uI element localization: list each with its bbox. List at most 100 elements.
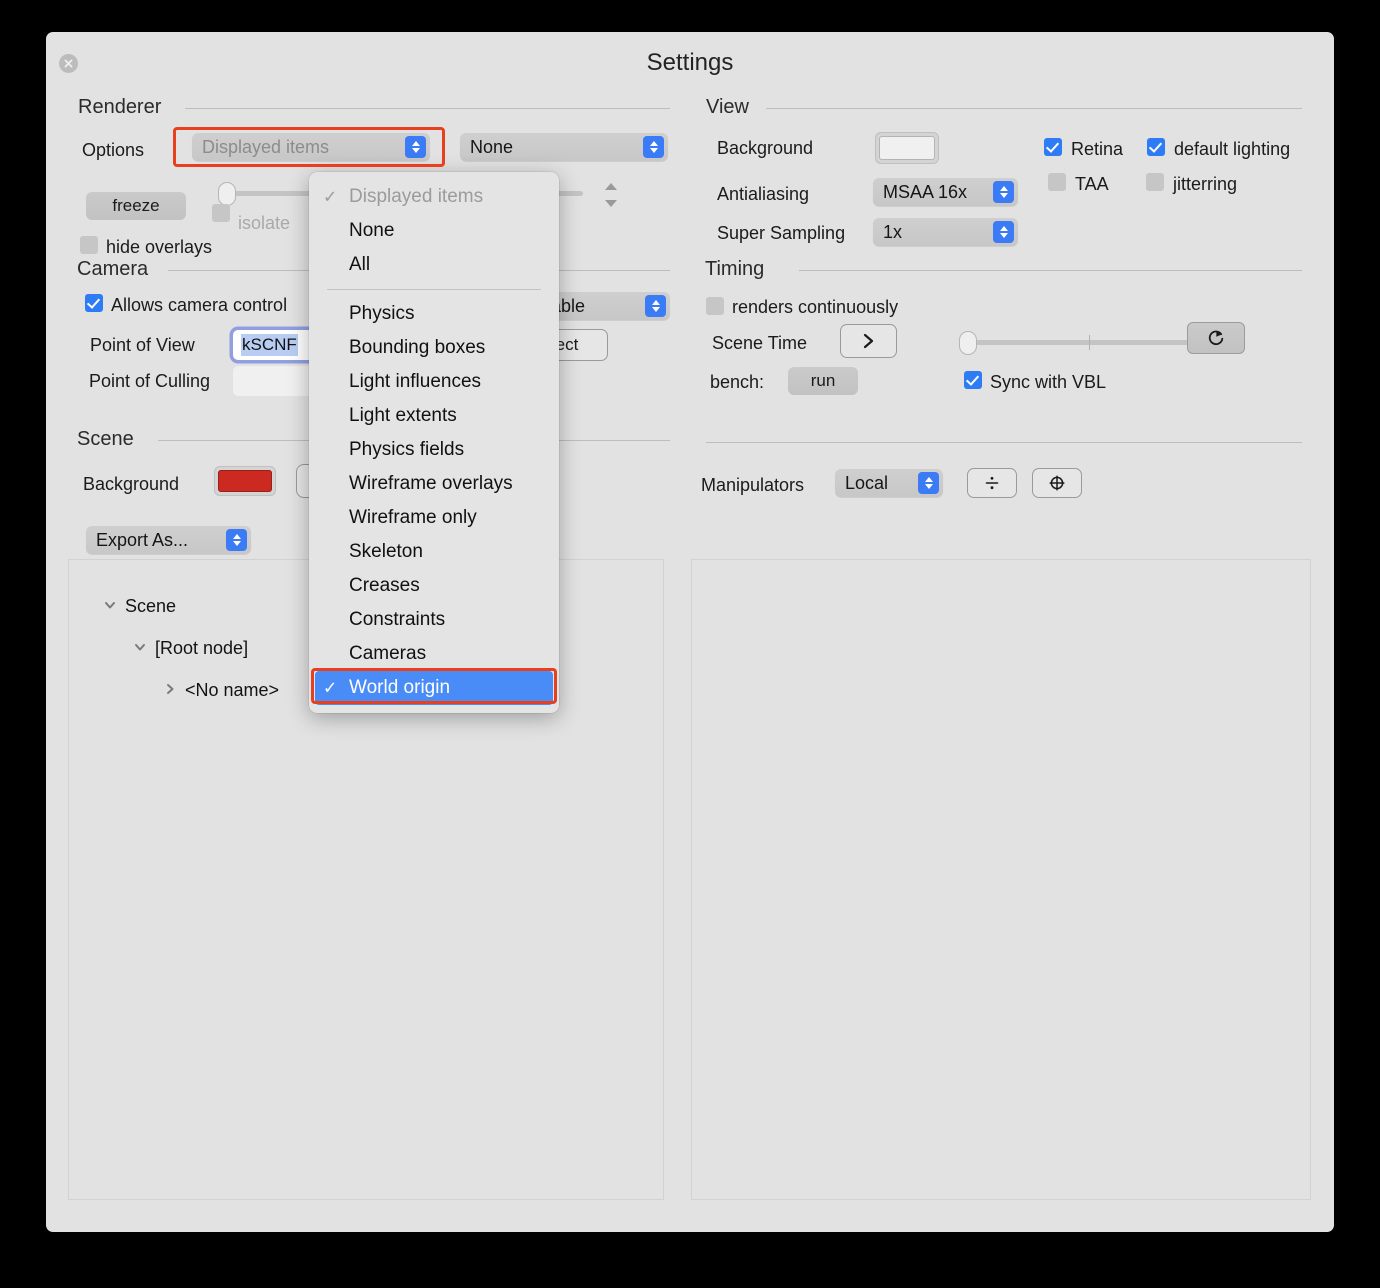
manipulators-label: Manipulators	[701, 475, 805, 495]
super-sampling-popup-value: 1x	[883, 221, 903, 242]
menu-item-label: Cameras	[349, 643, 427, 664]
view-background-label: Background	[717, 138, 814, 158]
taa-checkbox[interactable]	[1048, 173, 1066, 191]
view-group-title: View	[706, 96, 749, 118]
scene-time-slider-tick-mid	[1089, 335, 1090, 350]
point-of-culling-label: Point of Culling	[89, 371, 211, 391]
hide-overlays-label: hide overlays	[106, 237, 213, 257]
tree-row[interactable]: Scene	[103, 596, 176, 617]
view-group-rule	[766, 108, 1302, 109]
renderer-group-title: Renderer	[78, 96, 162, 118]
allows-camera-control-checkbox[interactable]	[85, 294, 103, 312]
chevron-updown-icon	[918, 472, 939, 494]
menu-item-label: Creases	[349, 575, 420, 596]
view-background-color-well[interactable]	[875, 132, 939, 164]
chevron-updown-icon	[226, 529, 247, 551]
point-of-view-label: Point of View	[90, 335, 195, 355]
circle-plus-icon	[1049, 475, 1065, 491]
menu-item-label: Light extents	[349, 405, 457, 426]
menu-item-none[interactable]: None	[309, 214, 559, 248]
renderer-slider-knob[interactable]	[218, 182, 236, 206]
chevron-updown-icon	[643, 136, 664, 158]
manipulators-origin-button[interactable]	[1032, 468, 1082, 498]
scene-time-slider-knob[interactable]	[959, 331, 977, 355]
scene-time-slider[interactable]	[959, 331, 1219, 355]
displayed-items-popup[interactable]: Displayed items	[192, 133, 430, 161]
bench-run-button[interactable]: run	[788, 367, 858, 395]
menu-item-light-influences[interactable]: Light influences	[309, 365, 559, 399]
tree-row[interactable]: <No name>	[163, 680, 279, 701]
menu-item-wireframe-only[interactable]: Wireframe only	[309, 501, 559, 535]
super-sampling-popup[interactable]: 1x	[873, 218, 1018, 246]
sync-with-vbl-label: Sync with VBL	[990, 372, 1107, 392]
antialiasing-popup[interactable]: MSAA 16x	[873, 178, 1018, 206]
scene-background-color-well[interactable]	[214, 466, 276, 496]
jitterring-label: jitterring	[1173, 174, 1238, 194]
tree-row-label: Scene	[125, 596, 177, 616]
renderer-group-rule	[185, 108, 670, 109]
retina-checkbox[interactable]	[1044, 138, 1062, 156]
menu-item-constraints[interactable]: Constraints	[309, 603, 559, 637]
scene-time-reset-button[interactable]	[1187, 322, 1245, 354]
options-label: Options	[82, 140, 145, 160]
chevron-updown-icon	[993, 181, 1014, 203]
scene-time-label: Scene Time	[712, 333, 808, 353]
renders-continuously-checkbox[interactable]	[706, 297, 724, 315]
reset-circular-arrow-icon	[1208, 330, 1224, 345]
renderer-stepper[interactable]	[601, 178, 621, 212]
menu-item-label: All	[349, 254, 371, 275]
manipulators-divide-button[interactable]	[967, 468, 1017, 498]
view-background-swatch	[879, 136, 935, 160]
scene-time-play-button[interactable]	[840, 324, 897, 358]
jitterring-checkbox[interactable]	[1146, 173, 1164, 191]
divide-icon	[985, 476, 999, 490]
default-lighting-label: default lighting	[1174, 139, 1291, 159]
displayed-items-dropdown-menu[interactable]: ✓ Displayed items None All Physics Bounding b…	[309, 172, 559, 713]
renderer-secondary-popup[interactable]: None	[460, 133, 668, 161]
retina-label: Retina	[1071, 139, 1124, 159]
menu-item-physics-fields[interactable]: Physics fields	[309, 433, 559, 467]
menu-item-physics[interactable]: Physics	[309, 297, 559, 331]
menu-item-displayed-items[interactable]: ✓ Displayed items	[309, 180, 559, 214]
chevron-down-icon[interactable]	[133, 638, 147, 659]
chevron-down-icon[interactable]	[103, 596, 117, 617]
export-as-popup[interactable]: Export As...	[86, 526, 251, 554]
menu-item-creases[interactable]: Creases	[309, 569, 559, 603]
manipulators-mode-popup[interactable]: Local	[835, 469, 943, 497]
menu-item-label: Physics fields	[349, 439, 465, 460]
allows-camera-control-label: Allows camera control	[111, 295, 288, 315]
scene-group-title: Scene	[77, 428, 134, 450]
menu-item-wireframe-overlays[interactable]: Wireframe overlays	[309, 467, 559, 501]
isolate-label: isolate	[238, 213, 291, 233]
menu-item-cameras[interactable]: Cameras	[309, 637, 559, 671]
menu-item-label: None	[349, 220, 395, 241]
menu-item-label: Light influences	[349, 371, 482, 392]
menu-item-label: Wireframe overlays	[349, 473, 513, 494]
menu-item-world-origin[interactable]: ✓ World origin	[315, 671, 553, 705]
menu-item-label: World origin	[349, 677, 451, 698]
sync-with-vbl-checkbox[interactable]	[964, 371, 982, 389]
menu-item-label: Wireframe only	[349, 507, 477, 528]
menu-item-light-extents[interactable]: Light extents	[309, 399, 559, 433]
tree-row[interactable]: [Root node]	[133, 638, 248, 659]
menu-separator	[327, 289, 541, 290]
manipulators-rule	[706, 442, 1302, 443]
menu-item-bounding-boxes[interactable]: Bounding boxes	[309, 331, 559, 365]
menu-item-skeleton[interactable]: Skeleton	[309, 535, 559, 569]
chevron-right-icon[interactable]	[163, 680, 177, 701]
menu-item-all[interactable]: All	[309, 248, 559, 282]
isolate-checkbox[interactable]	[212, 204, 230, 222]
settings-window: Settings Renderer Options Displayed item…	[46, 32, 1334, 1232]
inspector-panel	[691, 559, 1311, 1200]
window-titlebar: Settings	[46, 32, 1334, 92]
menu-item-label: Constraints	[349, 609, 446, 630]
menu-item-label: Skeleton	[349, 541, 423, 562]
manipulators-mode-value: Local	[845, 472, 889, 493]
hide-overlays-checkbox[interactable]	[80, 236, 98, 254]
menu-item-label: Physics	[349, 303, 415, 324]
freeze-button[interactable]: freeze	[86, 192, 186, 220]
chevron-updown-icon	[405, 136, 426, 158]
default-lighting-checkbox[interactable]	[1147, 138, 1165, 156]
menu-item-label: Bounding boxes	[349, 337, 486, 358]
displayed-items-popup-value: Displayed items	[202, 136, 330, 157]
